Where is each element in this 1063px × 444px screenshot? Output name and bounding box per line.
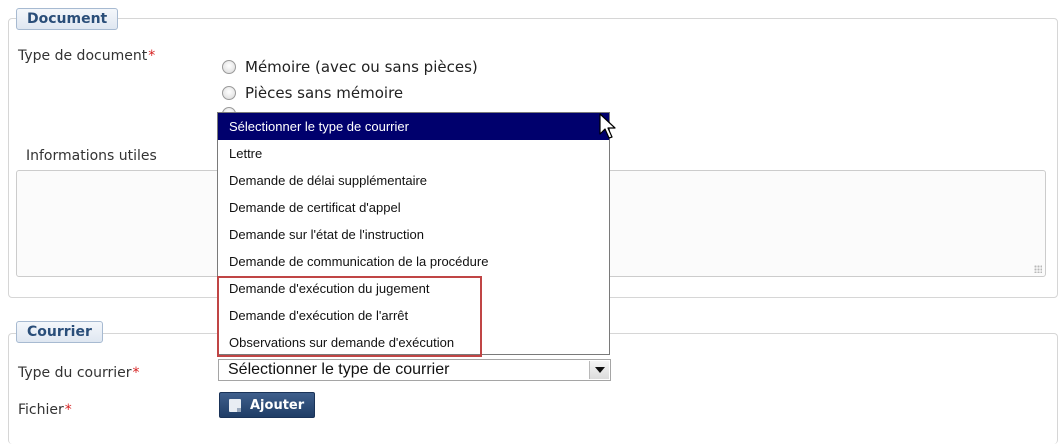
dropdown-option-execution-jugement[interactable]: Demande d'exécution du jugement bbox=[218, 275, 609, 302]
dropdown-option-lettre[interactable]: Lettre bbox=[218, 140, 609, 167]
radio-button[interactable] bbox=[222, 86, 236, 100]
select-arrow[interactable] bbox=[589, 361, 609, 379]
file-label-text: Fichier bbox=[18, 402, 64, 418]
doc-type-label-text: Type de document bbox=[18, 48, 148, 64]
doc-type-label: Type de document* bbox=[18, 48, 155, 64]
select-value: Sélectionner le type de courrier bbox=[228, 361, 450, 378]
dropdown-option-communication[interactable]: Demande de communication de la procédure bbox=[218, 248, 609, 275]
radio-option-pieces[interactable]: Pièces sans mémoire bbox=[222, 83, 403, 103]
radio-label: Mémoire (avec ou sans pièces) bbox=[245, 58, 478, 76]
mouse-cursor-icon bbox=[599, 113, 616, 139]
dropdown-option-placeholder[interactable]: Sélectionner le type de courrier bbox=[218, 113, 609, 140]
document-icon bbox=[229, 398, 241, 412]
radio-option-memoire[interactable]: Mémoire (avec ou sans pièces) bbox=[222, 57, 478, 77]
add-file-button[interactable]: Ajouter bbox=[219, 392, 315, 418]
dropdown-option-etat-instruction[interactable]: Demande sur l'état de l'instruction bbox=[218, 221, 609, 248]
required-marker: * bbox=[132, 365, 140, 381]
courrier-legend: Courrier bbox=[16, 321, 103, 343]
file-label: Fichier* bbox=[18, 402, 72, 418]
required-marker: * bbox=[64, 402, 72, 418]
resize-grip-icon[interactable] bbox=[1034, 265, 1042, 273]
radio-button[interactable] bbox=[222, 60, 236, 74]
courrier-type-label: Type du courrier* bbox=[18, 365, 139, 381]
dropdown-option-execution-arret[interactable]: Demande d'exécution de l'arrêt bbox=[218, 302, 609, 329]
radio-label: Pièces sans mémoire bbox=[245, 84, 404, 102]
required-marker: * bbox=[148, 48, 156, 64]
dropdown-option-delai[interactable]: Demande de délai supplémentaire bbox=[218, 167, 609, 194]
courrier-type-dropdown-list[interactable]: Sélectionner le type de courrier Lettre … bbox=[217, 112, 610, 355]
chevron-down-icon bbox=[594, 367, 605, 373]
dropdown-option-observations[interactable]: Observations sur demande d'exécution bbox=[218, 329, 609, 356]
dropdown-option-certificat[interactable]: Demande de certificat d'appel bbox=[218, 194, 609, 221]
add-button-label: Ajouter bbox=[250, 397, 305, 413]
courrier-type-select[interactable]: Sélectionner le type de courrier bbox=[218, 359, 611, 381]
document-legend: Document bbox=[16, 8, 119, 30]
info-label: Informations utiles bbox=[26, 148, 157, 164]
courrier-type-label-text: Type du courrier bbox=[18, 365, 132, 381]
